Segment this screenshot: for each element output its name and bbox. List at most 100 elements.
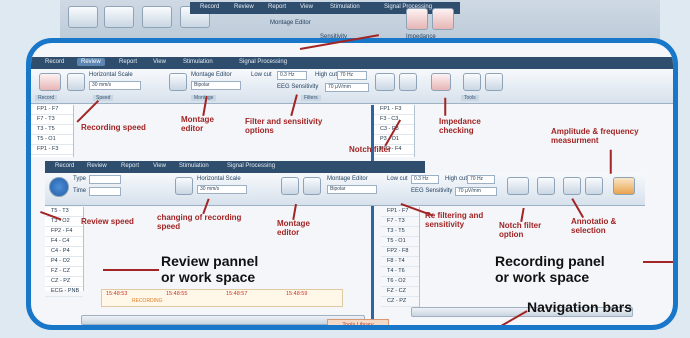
person-icon[interactable]	[485, 73, 503, 91]
annot-amplitude-frequency: Amplitude & frequency measurment	[551, 127, 639, 146]
rec-tab-record[interactable]: Record	[41, 58, 68, 66]
review-icon[interactable]	[104, 6, 134, 28]
group-label-record: Record	[35, 95, 58, 101]
time-stamp: 15:48:57	[226, 291, 248, 297]
rec-tab-signal-processing[interactable]: Signal Processing	[235, 58, 291, 66]
rec-lowcut-input[interactable]: 0.3 Hz	[277, 71, 307, 80]
event-label: RECORDING	[132, 298, 163, 304]
annot-notch-filter-1: Notch filter	[349, 145, 392, 154]
arrow-impedance	[444, 97, 446, 116]
tab-report[interactable]: Report	[264, 3, 290, 11]
rev-montage-next-icon[interactable]	[303, 177, 321, 195]
eye-icon[interactable]	[463, 73, 481, 91]
timeline-strip[interactable]: 15:48:53 15:48:55 15:48:57 15:48:59 RECO…	[101, 289, 343, 307]
arrow-notch-2	[520, 207, 525, 222]
panel-divider[interactable]	[371, 105, 374, 325]
review-navigation-bar[interactable]	[81, 315, 365, 325]
channel-label: ECG - PNB	[45, 287, 83, 297]
speed-icon	[67, 73, 85, 91]
group-label-tools: Tools	[461, 95, 479, 101]
measurement-icon[interactable]	[613, 177, 635, 195]
annot-montage-editor-1: Montage editor	[181, 115, 214, 134]
channel-label: F7 - T3	[31, 115, 73, 125]
rev-montage-select[interactable]: Bipolar	[327, 185, 377, 194]
rev-montage-icon[interactable]	[281, 177, 299, 195]
impedance-icon[interactable]	[406, 8, 428, 30]
channel-label: F4 - C4	[45, 237, 83, 247]
tools-library-tab[interactable]: Tools Library	[327, 319, 389, 325]
rev-channel-list: T5 - T3 T3 - O2 FP2 - F4 F4 - C4 C4 - P4…	[45, 207, 84, 297]
rev-lowcut-input[interactable]: 0.3 Hz	[411, 175, 439, 184]
rev-tab-review[interactable]: Review	[83, 162, 111, 170]
rec-highcut-input[interactable]: 70 Hz	[337, 71, 367, 80]
annot-changing-speed: changing of recording speed	[157, 213, 242, 232]
montage-icon[interactable]	[169, 73, 187, 91]
rev-notch-filter-icon[interactable]	[507, 177, 529, 195]
rev-highcut-input[interactable]: 70 Hz	[467, 175, 495, 184]
arrow-amplitude	[610, 149, 612, 174]
rev-tab-report[interactable]: Report	[117, 162, 143, 170]
rev-speed-icon	[175, 177, 193, 195]
tab-view[interactable]: View	[296, 3, 317, 11]
annot-montage-editor-2: Montage editor	[277, 219, 310, 238]
annot-notch-filter-2: Notch filter option	[499, 221, 542, 240]
rev-type-label: Type	[73, 176, 87, 182]
rev-tab-record[interactable]: Record	[51, 162, 78, 170]
channel-label: FZ - CZ	[381, 287, 419, 297]
impedance-extra-icon[interactable]	[432, 8, 454, 30]
channel-label: T3 - O2	[45, 217, 83, 227]
tab-stimulation[interactable]: Stimulation	[326, 3, 364, 11]
annot-impedance: Impedance checking	[439, 117, 481, 136]
rec-tab-report[interactable]: Report	[115, 58, 141, 66]
notch-filter-icon[interactable]	[375, 73, 395, 91]
group-label-filters: Filters	[301, 95, 321, 101]
channel-label: FZ - CZ	[45, 267, 83, 277]
channel-label: FP1 - F3	[374, 105, 414, 115]
record-button[interactable]	[39, 73, 61, 91]
rev-filter-icon[interactable]	[537, 177, 555, 195]
channel-label: FP2 - F8	[381, 247, 419, 257]
rec-montage-select[interactable]: Bipolar	[191, 81, 241, 90]
report-icon[interactable]	[142, 6, 172, 28]
rev-tab-stimulation[interactable]: Stimulation	[175, 162, 213, 170]
rev-tab-view[interactable]: View	[149, 162, 170, 170]
annotation-icon[interactable]	[563, 177, 581, 195]
rec-speed-select[interactable]: 30 mm/s	[89, 81, 141, 90]
time-stamp: 15:48:59	[286, 291, 308, 297]
rec-panel-channel-list: FP1 - F7 F7 - T3 T3 - T5 T5 - O1 FP2 - F…	[381, 207, 420, 307]
channel-label: FP1 - F3	[31, 145, 73, 155]
rev-montage-label: Montage Editor	[327, 176, 368, 182]
rev-sensitivity-select[interactable]: 70 µV/mm	[455, 187, 497, 196]
filter-icon[interactable]	[399, 73, 417, 91]
rev-time-input[interactable]	[89, 187, 121, 196]
rev-time-label: Time	[73, 188, 87, 194]
main-frame: Record Review Report View Stimulation Si…	[26, 38, 678, 330]
recording-ribbon: Record Review Report View Stimulation Si…	[31, 57, 673, 69]
rev-type-select[interactable]	[89, 175, 121, 184]
rec-sensitivity-select[interactable]: 70 µV/mm	[325, 83, 369, 92]
play-icon[interactable]	[49, 177, 69, 197]
channel-label: F3 - C3	[374, 115, 414, 125]
record-icon[interactable]	[68, 6, 98, 28]
rec-tab-review[interactable]: Review	[77, 58, 105, 66]
annot-recording-panel: Recording panel or work space	[495, 253, 605, 286]
channel-label: CZ - PZ	[381, 297, 419, 307]
rec-tab-view[interactable]: View	[149, 58, 170, 66]
tab-record[interactable]: Record	[196, 3, 223, 11]
tab-review[interactable]: Review	[230, 3, 258, 11]
rev-tab-signal-processing[interactable]: Signal Processing	[223, 162, 279, 170]
channel-label: T5 - O1	[31, 135, 73, 145]
rec-channel-list: FP1 - F7 F7 - T3 T3 - T5 T5 - O1 FP1 - F…	[31, 105, 74, 157]
strip-label-montage: Montage Editor	[270, 20, 311, 26]
channel-label: FP2 - F4	[45, 227, 83, 237]
arrow-review-panel	[103, 269, 159, 271]
rev-speed-select[interactable]: 30 mm/s	[197, 185, 247, 194]
rev-sensitivity-label: EEG Sensitivity	[411, 188, 453, 194]
rev-lowcut-label: Low cut	[387, 176, 408, 182]
review-ribbon: Record Review Report View Stimulation Si…	[45, 161, 425, 173]
rev-speed-label: Horizontal Scale	[197, 176, 241, 182]
selection-icon[interactable]	[585, 177, 603, 195]
rec-montage-label: Montage Editor	[191, 72, 232, 78]
impedance-check-icon[interactable]	[431, 73, 451, 91]
rec-tab-stimulation[interactable]: Stimulation	[179, 58, 217, 66]
